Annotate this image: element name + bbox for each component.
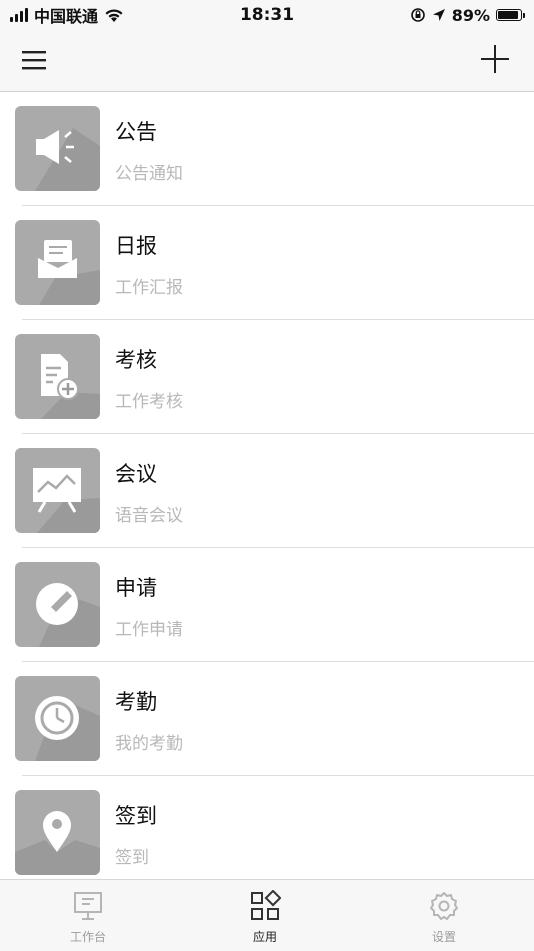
list-item-check-in[interactable]: 签到 签到 [0, 776, 534, 890]
battery-fill [498, 11, 518, 19]
list-item-daily-report[interactable]: 日报 工作汇报 [0, 206, 534, 320]
attendance-tile [15, 676, 100, 761]
battery-icon [496, 9, 525, 21]
item-subtitle: 我的考勤 [115, 734, 183, 754]
clock-icon [35, 696, 100, 761]
presentation-board-icon [33, 468, 100, 533]
battery-percent: 89% [451, 5, 490, 25]
tab-label: 设置 [431, 930, 456, 944]
location-arrow-icon [432, 9, 445, 21]
list-item-announcement[interactable]: 公告 公告通知 [0, 92, 534, 206]
document-add-icon [41, 354, 100, 419]
tab-settings[interactable]: 设置 [404, 890, 484, 945]
item-title: 考核 [115, 348, 157, 372]
tab-label: 工作台 [69, 930, 106, 944]
announcement-tile [15, 106, 100, 191]
item-title: 会议 [115, 462, 157, 486]
application-tile [15, 562, 100, 647]
tab-apps[interactable]: 应用 [225, 889, 305, 945]
mail-icon [38, 240, 100, 305]
orientation-lock-icon [410, 8, 425, 22]
megaphone-icon [35, 128, 100, 191]
nav-bar [0, 30, 534, 92]
app-list: 公告 公告通知 日报 工作汇报 考核 工作考核 会议 语音会议 申请 工作申请 … [0, 92, 534, 890]
assessment-tile [15, 334, 100, 419]
item-title: 申请 [115, 576, 157, 600]
list-item-meeting[interactable]: 会议 语音会议 [0, 434, 534, 548]
item-subtitle: 签到 [115, 848, 149, 868]
tab-workbench[interactable]: 工作台 [48, 890, 128, 945]
list-item-application[interactable]: 申请 工作申请 [0, 548, 534, 662]
item-title: 考勤 [115, 690, 157, 714]
meeting-tile [15, 448, 100, 533]
edit-pencil-icon [36, 583, 100, 647]
status-bar: 中国联通 18:31 89% [0, 0, 534, 30]
item-subtitle: 公告通知 [115, 164, 183, 184]
item-title: 公告 [115, 120, 157, 144]
list-item-assessment[interactable]: 考核 工作考核 [0, 320, 534, 434]
monitor-icon [74, 892, 102, 920]
plus-icon[interactable] [480, 44, 510, 74]
status-right: 89% [410, 5, 525, 25]
menu-icon[interactable] [22, 48, 48, 72]
daily-report-tile [15, 220, 100, 305]
list-item-attendance[interactable]: 考勤 我的考勤 [0, 662, 534, 776]
check-in-tile [15, 790, 100, 875]
item-subtitle: 工作考核 [115, 392, 183, 412]
tab-label: 应用 [252, 930, 277, 944]
item-title: 日报 [115, 234, 157, 258]
apps-grid-icon [251, 889, 282, 920]
tab-bar: 工作台 应用 设置 [0, 879, 534, 951]
item-subtitle: 语音会议 [115, 506, 183, 526]
settings-gear-icon [430, 892, 458, 920]
item-title: 签到 [115, 804, 157, 828]
location-pin-icon [15, 811, 100, 875]
item-subtitle: 工作申请 [115, 620, 183, 640]
item-subtitle: 工作汇报 [115, 278, 183, 298]
